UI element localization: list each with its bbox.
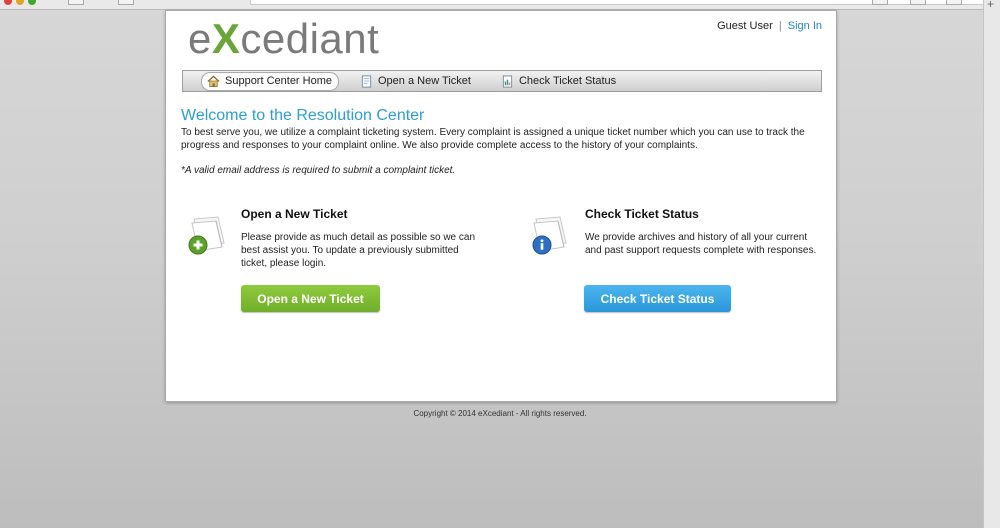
sidebar-button[interactable] [118, 0, 134, 5]
account-separator: | [778, 20, 782, 32]
guest-user-label: Guest User [717, 20, 773, 32]
downloads-button[interactable] [946, 0, 962, 5]
info-ticket-icon [532, 216, 567, 255]
email-note: *A valid email address is required to su… [181, 165, 456, 176]
nav-support-center-home[interactable]: Support Center Home [201, 71, 339, 91]
intro-text: To best serve you, we utilize a complain… [181, 127, 805, 151]
zoom-window-icon[interactable] [28, 0, 36, 5]
document-icon [361, 75, 372, 87]
home-icon [207, 75, 220, 87]
new-tab-strip: + [983, 0, 1000, 528]
minimize-window-icon[interactable] [16, 0, 24, 5]
tabs-button[interactable] [910, 0, 926, 5]
check-status-section: Check Ticket Status We provide archives … [585, 207, 820, 257]
back-button[interactable] [68, 0, 84, 5]
new-ticket-icon [188, 216, 225, 255]
open-new-ticket-button[interactable]: Open a New Ticket [241, 285, 380, 312]
nav-check-ticket-status[interactable]: Check Ticket Status [494, 73, 625, 90]
account-links: Guest User | Sign In [717, 20, 822, 32]
nav-label: Open a New Ticket [378, 75, 471, 87]
sign-in-link[interactable]: Sign In [788, 20, 822, 32]
share-button[interactable] [872, 0, 888, 5]
nav-label: Check Ticket Status [518, 75, 617, 87]
copyright-footer: Copyright © 2014 eXcediant - All rights … [413, 409, 587, 418]
open-ticket-heading: Open a New Ticket [241, 207, 348, 221]
main-nav: Support Center Home Open a New Ticket Ch… [182, 70, 822, 92]
close-window-icon[interactable] [4, 0, 12, 5]
status-icon [502, 75, 513, 87]
open-ticket-description: Please provide as much detail as possibl… [241, 232, 476, 269]
browser-toolbar [0, 0, 1000, 10]
page-title: Welcome to the Resolution Center [181, 107, 425, 124]
logo-text: eXcediant [188, 15, 380, 62]
site-logo[interactable]: eXcediant [188, 15, 379, 63]
nav-open-new-ticket[interactable]: Open a New Ticket [353, 73, 480, 90]
page-card: eXcediant Guest User | Sign In Support C… [165, 10, 837, 402]
check-status-heading: Check Ticket Status [585, 207, 699, 221]
check-status-description: We provide archives and history of all y… [585, 232, 817, 256]
check-ticket-status-button[interactable]: Check Ticket Status [584, 285, 731, 312]
nav-label: Support Center Home [225, 75, 332, 87]
new-tab-icon[interactable]: + [987, 0, 994, 11]
open-ticket-section: Open a New Ticket Please provide as much… [241, 207, 476, 270]
